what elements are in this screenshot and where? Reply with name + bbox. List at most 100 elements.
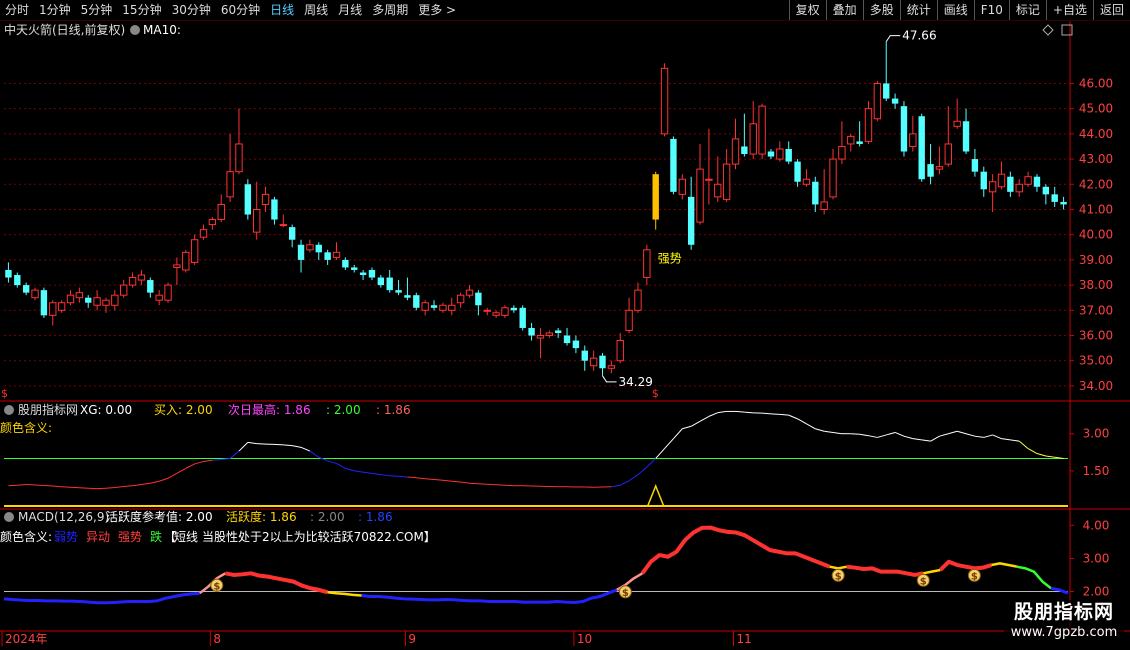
candle-body-92 [820, 201, 828, 210]
indicator-seg-41 [371, 472, 381, 476]
indicator-toggle-icon [4, 405, 14, 415]
indicator-seg-45 [407, 476, 417, 479]
candle-body-63 [563, 335, 571, 344]
macd-seg-13 [1050, 586, 1069, 595]
indicator-legend-3: : 2.00 [326, 403, 361, 417]
price-tick-label-2: 36.00 [1079, 329, 1113, 343]
candle-body-27 [244, 184, 252, 215]
indicator-seg-75 [673, 428, 683, 440]
time-label-3: 10 [577, 632, 592, 646]
macd-legend-0: 活跃度参考值: 2.00 [106, 509, 213, 524]
indicator-seg-47 [425, 478, 435, 481]
indicator-seg-25 [229, 450, 240, 459]
time-label-1: 8 [213, 632, 221, 646]
indicator-seg-18 [167, 472, 178, 479]
indicator-seg-38 [345, 467, 355, 472]
diamond-icon [1042, 24, 1054, 36]
indicator-seg-42 [380, 474, 390, 477]
candle-body-82 [731, 138, 740, 165]
candle-body-115 [1024, 176, 1032, 185]
indicator-seg-33 [300, 446, 311, 452]
indicator-seg-36 [327, 460, 337, 464]
indicator-seg-14 [132, 483, 142, 487]
candle-body-21 [190, 239, 199, 263]
indicator-seg-73 [655, 448, 665, 459]
macd-seg-2 [224, 571, 328, 595]
price-tick-label-10: 44.00 [1079, 127, 1113, 141]
candle-body-84 [749, 123, 757, 155]
candle-body-117 [1042, 186, 1050, 195]
indicator-legend-0: XG: 0.00 [80, 403, 132, 417]
indicator-seg-106 [948, 430, 958, 435]
candle-body-23 [208, 219, 217, 226]
candle-body-46 [413, 295, 420, 308]
high-price-label: 47.66 [902, 29, 936, 43]
indicator-seg-46 [416, 477, 426, 480]
indicator-seg-88 [788, 414, 798, 420]
time-label-2: 9 [408, 632, 416, 646]
candle-body-111 [988, 181, 997, 193]
macd-seg-3 [327, 590, 362, 597]
candle-body-7 [66, 294, 75, 304]
indicator-seg-101 [903, 435, 913, 440]
indicator-seg-68 [611, 484, 621, 488]
indicator-seg-50 [451, 480, 461, 483]
candle-body-44 [395, 290, 402, 293]
indicator-seg-113 [1010, 439, 1020, 442]
macd-toggle-icon [4, 512, 14, 522]
candle-body-86 [767, 151, 775, 157]
candle-body-105 [935, 166, 944, 170]
indicator-seg-35 [318, 456, 328, 462]
indicator-seg-22 [203, 459, 213, 462]
candle-body-32 [288, 227, 296, 240]
low-pointer [602, 375, 617, 383]
macd-tick-label-2: 4.00 [1083, 518, 1110, 532]
candle-body-76 [678, 178, 686, 195]
candle-body-104 [927, 164, 934, 177]
candle-body-94 [838, 145, 846, 160]
money-bag-symbol-0: $ [213, 581, 220, 592]
macd-seg-10 [938, 559, 992, 572]
candle-body-38 [342, 259, 349, 268]
indicator-seg-5 [52, 485, 62, 488]
indicator-seg-12 [114, 485, 124, 488]
candle-body-72 [643, 249, 651, 279]
candle-body-85 [758, 105, 766, 155]
candle-body-81 [722, 163, 731, 200]
macd-seg-9 [923, 568, 941, 575]
indicator-seg-23 [212, 458, 222, 461]
candle-body-30 [271, 199, 278, 220]
candle-body-45 [404, 295, 411, 298]
indicator-seg-17 [159, 477, 169, 482]
candle-body-22 [199, 229, 208, 238]
candle-body-59 [528, 327, 535, 336]
macd-seg-0 [3, 591, 200, 605]
candle-body-6 [57, 302, 66, 311]
candle-body-26 [235, 143, 243, 173]
candle-body-41 [368, 269, 376, 278]
indicator-seg-108 [965, 433, 976, 437]
high-pointer [885, 35, 901, 42]
candle-body-17 [155, 294, 163, 301]
candle-body-69 [616, 340, 624, 362]
candle-body-35 [315, 244, 322, 253]
macd-sub-label: 颜色含义: [0, 529, 52, 544]
candle-body-74 [660, 67, 669, 135]
candle-body-73 [652, 174, 659, 220]
indicator-seg-16 [150, 480, 160, 484]
indicator-seg-103 [921, 439, 931, 442]
candle-body-29 [261, 193, 270, 205]
price-tick-label-11: 45.00 [1079, 102, 1113, 116]
indicator-seg-97 [868, 435, 878, 438]
candle-body-98 [873, 82, 882, 120]
price-tick-label-8: 42.00 [1079, 177, 1113, 191]
candle-body-13 [120, 284, 128, 296]
candle-body-24 [217, 203, 225, 221]
indicator-seg-105 [939, 433, 949, 437]
candle-body-28 [253, 208, 261, 233]
candle-body-8 [75, 292, 84, 299]
indicator-seg-71 [637, 466, 648, 475]
price-tick-label-4: 38.00 [1079, 278, 1113, 292]
candle-body-42 [377, 277, 385, 286]
buy-signal-spike [647, 483, 665, 507]
